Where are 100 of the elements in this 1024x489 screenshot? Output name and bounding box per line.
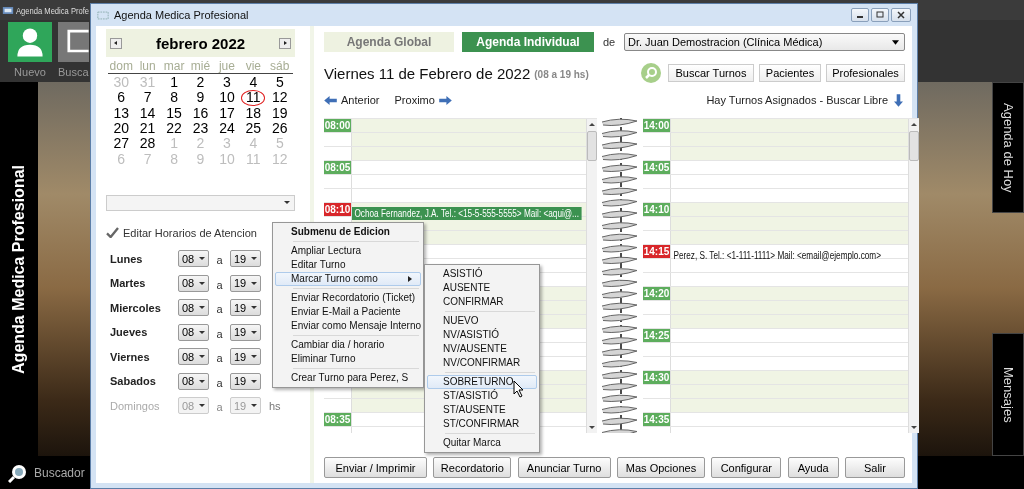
calendar-day[interactable]: 21 xyxy=(135,120,160,137)
menu-item[interactable]: NUEVO xyxy=(427,314,537,328)
hour-select[interactable]: 19 xyxy=(230,250,261,268)
left-arrow-icon[interactable] xyxy=(324,95,337,105)
hour-select[interactable]: 19 xyxy=(230,372,261,390)
menu-item[interactable]: Editar Turno xyxy=(275,258,421,272)
menu-item[interactable]: Cambiar dia / horario xyxy=(275,338,421,352)
tab[interactable]: Agenda Global xyxy=(324,32,454,52)
previous-month-button[interactable] xyxy=(110,37,122,49)
calendar-day[interactable]: 9 xyxy=(188,90,213,106)
footer-button[interactable]: Recordatorio xyxy=(433,457,512,478)
next-month-button[interactable] xyxy=(279,37,291,49)
calendar-day[interactable]: 8 xyxy=(162,90,187,106)
footer-button[interactable]: Salir xyxy=(844,457,905,478)
side-tab[interactable]: Agenda de Hoy xyxy=(992,82,1024,213)
scrollbar-thumb[interactable] xyxy=(909,131,919,161)
side-tab[interactable]: Mensajes xyxy=(992,333,1024,456)
calendar-day[interactable]: 5 xyxy=(267,75,292,91)
previous-link[interactable]: Anterior xyxy=(341,94,380,106)
scroll-down-icon[interactable] xyxy=(911,426,917,429)
calendar-day[interactable]: 13 xyxy=(109,105,134,121)
doctor-label: de xyxy=(601,36,617,48)
action-button[interactable]: Buscar Turnos xyxy=(668,64,754,82)
menu-item[interactable]: Quitar Marca xyxy=(427,436,537,450)
menu-item[interactable]: ST/ASISTIÓ xyxy=(427,389,537,403)
menu-item[interactable]: ASISTIÓ xyxy=(427,267,537,281)
calendar-day[interactable]: 24 xyxy=(214,120,239,137)
calendar-day[interactable]: 18 xyxy=(241,105,266,121)
hour-select[interactable]: 08 xyxy=(178,250,209,268)
menu-item[interactable]: SOBRETURNO xyxy=(427,375,537,389)
appointment-entry[interactable]: Perez, S. Tel.: <1-111-1111> Mail: <email@ejemplo.com> xyxy=(671,249,884,262)
footer-button[interactable]: Ayuda xyxy=(787,457,839,478)
footer-button[interactable]: Enviar / Imprimir xyxy=(324,457,427,478)
calendar-day[interactable]: 10 xyxy=(214,90,239,106)
calendar-day[interactable]: 12 xyxy=(267,90,292,106)
hour-select[interactable]: 19 xyxy=(230,299,261,317)
calendar-day[interactable]: 26 xyxy=(267,120,292,137)
edit-hours-label[interactable]: Editar Horarios de Atencion xyxy=(123,226,257,239)
scrollbar[interactable] xyxy=(586,119,597,433)
calendar-day[interactable]: 2 xyxy=(188,75,213,91)
minimize-button[interactable] xyxy=(851,8,869,22)
hour-select[interactable]: 08 xyxy=(178,372,209,390)
calendar-day[interactable]: 25 xyxy=(241,120,266,137)
time-label: 14:35 xyxy=(643,413,670,426)
menu-item[interactable]: Crear Turno para Perez, S xyxy=(275,371,421,385)
scrollbar[interactable] xyxy=(908,119,919,433)
appointment-entry[interactable]: Ochoa Fernandez, J.A. Tel.: <15-5-555-5555> Mail: <aqui@... xyxy=(352,207,582,220)
menu-item[interactable]: Ampliar Lectura xyxy=(275,244,421,258)
calendar-day[interactable]: 23 xyxy=(188,120,213,137)
status-link[interactable]: Hay Turnos Asignados - Buscar Libre xyxy=(706,94,888,106)
calendar-day[interactable]: 1 xyxy=(162,75,187,91)
menu-item[interactable]: NV/AUSENTE xyxy=(427,342,537,356)
hour-select[interactable]: 08 xyxy=(178,274,209,292)
hour-select[interactable]: 08 xyxy=(178,299,209,317)
right-arrow-icon[interactable] xyxy=(438,95,452,105)
calendar-day[interactable]: 6 xyxy=(109,90,134,106)
search-label[interactable]: Buscador xyxy=(34,465,85,480)
footer-button[interactable]: Anunciar Turno xyxy=(517,457,611,478)
menu-item[interactable]: Enviar como Mensaje Interno xyxy=(275,319,421,333)
menu-item[interactable]: ST/AUSENTE xyxy=(427,403,537,417)
footer-button[interactable]: Mas Opciones xyxy=(617,457,705,478)
hour-select[interactable]: 08 xyxy=(178,323,209,341)
calendar-day[interactable]: 20 xyxy=(109,120,134,137)
calendar-day[interactable]: 7 xyxy=(135,90,160,106)
hour-select[interactable]: 08 xyxy=(178,348,209,366)
menu-item[interactable]: NV/ASISTIÓ xyxy=(427,328,537,342)
scroll-up-icon[interactable] xyxy=(589,123,595,126)
scrollbar-thumb[interactable] xyxy=(587,131,597,161)
menu-item[interactable]: NV/CONFIRMAR xyxy=(427,356,537,370)
action-button[interactable]: Profesionales xyxy=(826,64,905,82)
hour-select[interactable]: 19 xyxy=(230,274,261,292)
calendar-day[interactable]: 4 xyxy=(241,75,266,91)
calendar-day[interactable]: 14 xyxy=(135,105,160,121)
calendar-day[interactable]: 27 xyxy=(109,136,134,152)
to-label: a xyxy=(215,375,224,389)
menu-item[interactable]: ST/CONFIRMAR xyxy=(427,417,537,431)
calendar-day[interactable]: 15 xyxy=(162,105,187,121)
calendar-day[interactable]: 17 xyxy=(214,105,239,121)
doctor-select[interactable]: Dr. Juan Demostracion (Clínica Médica) xyxy=(624,33,905,51)
close-button[interactable] xyxy=(891,8,911,22)
calendar-day[interactable]: 28 xyxy=(135,136,160,152)
menu-item[interactable]: Enviar E-Mail a Paciente xyxy=(275,305,421,319)
calendar-day[interactable]: 3 xyxy=(214,75,239,91)
hour-select[interactable]: 19 xyxy=(230,323,261,341)
down-arrow-icon[interactable] xyxy=(894,93,903,107)
action-button[interactable]: Pacientes xyxy=(759,64,821,82)
tab[interactable]: Agenda Individual xyxy=(462,32,594,52)
scroll-down-icon[interactable] xyxy=(589,426,595,429)
menu-item[interactable]: Enviar Recordatorio (Ticket) xyxy=(275,291,421,305)
calendar-day[interactable]: 16 xyxy=(188,105,213,121)
scroll-up-icon[interactable] xyxy=(911,123,917,126)
footer-button[interactable]: Configurar xyxy=(711,457,782,478)
calendar-day[interactable]: 19 xyxy=(267,105,292,121)
menu-item[interactable]: Eliminar Turno xyxy=(275,352,421,366)
calendar-day[interactable]: 22 xyxy=(162,120,187,137)
next-link[interactable]: Proximo xyxy=(394,94,435,106)
menu-item[interactable]: CONFIRMAR xyxy=(427,295,537,309)
menu-item[interactable]: Marcar Turno como xyxy=(275,272,421,286)
menu-item[interactable]: AUSENTE xyxy=(427,281,537,295)
hour-select[interactable]: 19 xyxy=(230,348,261,366)
